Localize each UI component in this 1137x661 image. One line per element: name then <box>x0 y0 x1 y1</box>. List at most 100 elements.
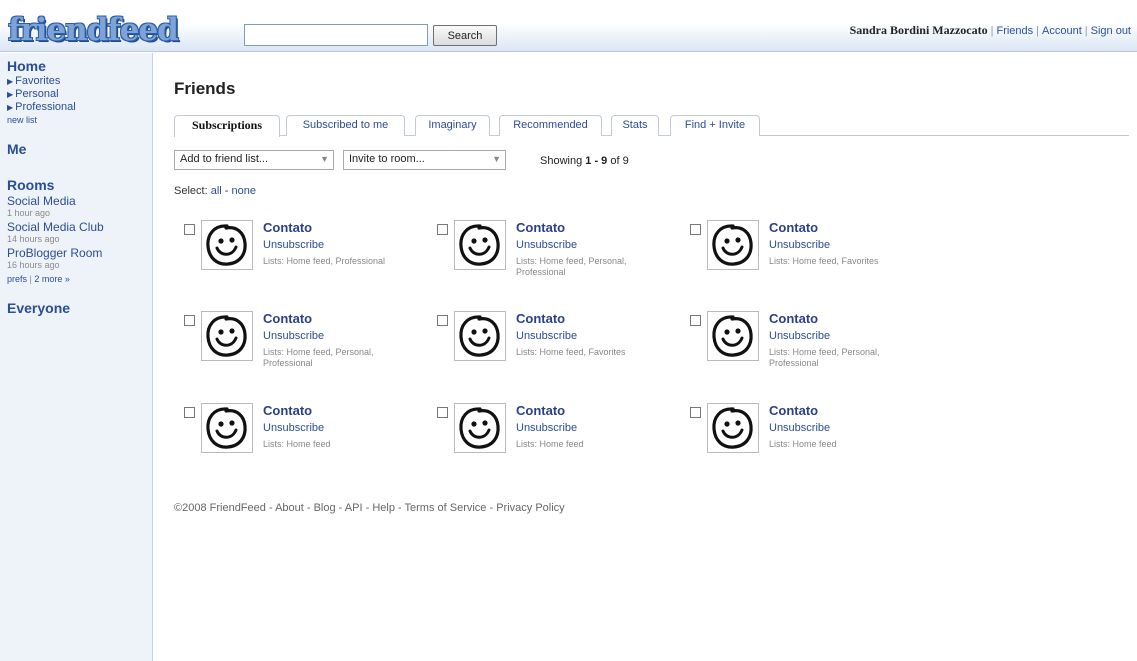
sign-out-link[interactable]: Sign out <box>1091 25 1131 37</box>
friend-lists: Lists: Home feed <box>263 439 331 449</box>
unsubscribe-link[interactable]: Unsubscribe <box>516 422 577 434</box>
invite-to-room-select[interactable]: Invite to room... ▼ <box>343 150 506 170</box>
avatar[interactable] <box>454 311 506 361</box>
smiley-avatar-icon <box>459 315 500 357</box>
friend-lists: Lists: Home feed, Professional <box>263 256 386 266</box>
separator: | <box>1036 25 1040 37</box>
friendfeed-logo[interactable]: friendfeed <box>8 13 179 47</box>
select-all-link[interactable]: all <box>211 185 222 197</box>
tab-subscribed-to-me[interactable]: Subscribed to me <box>286 115 405 136</box>
unsubscribe-link[interactable]: Unsubscribe <box>769 330 830 342</box>
unsubscribe-link[interactable]: Unsubscribe <box>769 239 830 251</box>
friend-checkbox[interactable] <box>690 224 701 235</box>
unsubscribe-link[interactable]: Unsubscribe <box>263 422 324 434</box>
friend-checkbox[interactable] <box>437 315 448 326</box>
account-link[interactable]: Account <box>1042 25 1082 37</box>
search-input[interactable] <box>244 24 428 46</box>
avatar[interactable] <box>201 403 253 453</box>
more-rooms-link[interactable]: 2 more » <box>34 274 70 284</box>
avatar[interactable] <box>707 311 759 361</box>
smiley-avatar-icon <box>712 224 753 266</box>
rooms-footer: prefs | 2 more » <box>7 274 152 284</box>
friend-checkbox[interactable] <box>184 224 195 235</box>
friend-checkbox[interactable] <box>437 224 448 235</box>
friend-name-link[interactable]: Contato <box>516 403 565 418</box>
new-list-link[interactable]: new list <box>7 115 152 125</box>
select-none-link[interactable]: none <box>232 185 256 197</box>
add-to-friend-list-select[interactable]: Add to friend list... ▼ <box>174 150 334 170</box>
sidebar-home-link[interactable]: Home <box>7 58 152 74</box>
room-link-problogger[interactable]: ProBlogger Room <box>7 246 152 260</box>
sidebar-list-label: Personal <box>15 88 59 100</box>
avatar[interactable] <box>454 220 506 270</box>
friend-name-link[interactable]: Contato <box>263 220 312 235</box>
tab-stats[interactable]: Stats <box>611 115 659 136</box>
friend-checkbox[interactable] <box>184 407 195 418</box>
unsubscribe-link[interactable]: Unsubscribe <box>263 239 324 251</box>
room-link-social-media-club[interactable]: Social Media Club <box>7 220 152 234</box>
tab-bar: Subscriptions Subscribed to me Imaginary… <box>174 115 1129 137</box>
friend-name-link[interactable]: Contato <box>516 220 565 235</box>
friend-name-link[interactable]: Contato <box>263 311 312 326</box>
footer-api-link[interactable]: API <box>345 502 363 514</box>
friend-lists: Lists: Home feed <box>769 439 837 449</box>
friend-name-link[interactable]: Contato <box>769 403 818 418</box>
friend-checkbox[interactable] <box>184 315 195 326</box>
sidebar-list-personal[interactable]: ▶ Personal <box>7 88 152 101</box>
avatar[interactable] <box>201 220 253 270</box>
sidebar-everyone-link[interactable]: Everyone <box>7 300 152 316</box>
avatar[interactable] <box>707 403 759 453</box>
tab-find-invite[interactable]: Find + Invite <box>670 115 760 136</box>
tab-imaginary[interactable]: Imaginary <box>415 115 490 136</box>
avatar[interactable] <box>707 220 759 270</box>
unsubscribe-link[interactable]: Unsubscribe <box>263 330 324 342</box>
friend-card: Contato Unsubscribe Lists: Home feed <box>690 403 930 475</box>
smiley-avatar-icon <box>712 407 753 449</box>
tab-subscriptions[interactable]: Subscriptions <box>174 115 280 137</box>
friend-card: Contato Unsubscribe Lists: Home feed, Pers… <box>690 311 930 383</box>
friend-name-link[interactable]: Contato <box>769 311 818 326</box>
avatar[interactable] <box>201 311 253 361</box>
select-label: Select: <box>174 185 208 197</box>
footer-terms-link[interactable]: Terms of Service <box>405 502 487 514</box>
friends-link[interactable]: Friends <box>996 25 1033 37</box>
friend-checkbox[interactable] <box>437 407 448 418</box>
friend-checkbox[interactable] <box>690 407 701 418</box>
friend-card: Contato Unsubscribe Lists: Home feed <box>184 403 424 475</box>
sidebar-list-favorites[interactable]: ▶ Favorites <box>7 75 152 88</box>
chevron-down-icon: ▼ <box>320 154 329 164</box>
showing-suffix: of 9 <box>607 155 629 167</box>
friend-checkbox[interactable] <box>690 315 701 326</box>
footer-about-link[interactable]: About <box>275 502 304 514</box>
avatar[interactable] <box>454 403 506 453</box>
friend-card: Contato Unsubscribe Lists: Home feed <box>437 403 677 475</box>
unsubscribe-link[interactable]: Unsubscribe <box>516 239 577 251</box>
friend-name-link[interactable]: Contato <box>769 220 818 235</box>
select-value: Invite to room... <box>349 153 425 165</box>
sidebar-list-professional[interactable]: ▶ Professional <box>7 101 152 114</box>
friend-name-link[interactable]: Contato <box>516 311 565 326</box>
friend-lists: Lists: Home feed, Favorites <box>769 256 879 266</box>
friend-lists: Lists: Home feed, Personal, Professional <box>263 347 374 368</box>
friend-lists: Lists: Home feed, Personal, Professional <box>769 347 880 368</box>
unsubscribe-link[interactable]: Unsubscribe <box>769 422 830 434</box>
unsubscribe-link[interactable]: Unsubscribe <box>516 330 577 342</box>
tab-recommended[interactable]: Recommended <box>499 115 602 136</box>
smiley-avatar-icon <box>206 315 247 357</box>
footer-privacy-link[interactable]: Privacy Policy <box>496 502 564 514</box>
smiley-avatar-icon <box>206 407 247 449</box>
friend-card: Contato Unsubscribe Lists: Home feed, Favo… <box>437 311 677 383</box>
sidebar-list-label: Favorites <box>15 75 61 87</box>
sidebar-me-link[interactable]: Me <box>7 141 152 157</box>
select-controls: Select: all - none <box>174 185 256 197</box>
footer-help-link[interactable]: Help <box>372 502 395 514</box>
search-button[interactable]: Search <box>433 25 497 46</box>
footer-blog-link[interactable]: Blog <box>314 502 336 514</box>
prefs-link[interactable]: prefs <box>7 274 27 284</box>
room-time: 14 hours ago <box>7 234 60 244</box>
separator: | <box>1084 25 1088 37</box>
header: friendfeed Search Sandra Bordini Mazzoca… <box>0 0 1137 52</box>
room-link-social-media[interactable]: Social Media <box>7 194 152 208</box>
friend-name-link[interactable]: Contato <box>263 403 312 418</box>
smiley-avatar-icon <box>206 224 247 266</box>
